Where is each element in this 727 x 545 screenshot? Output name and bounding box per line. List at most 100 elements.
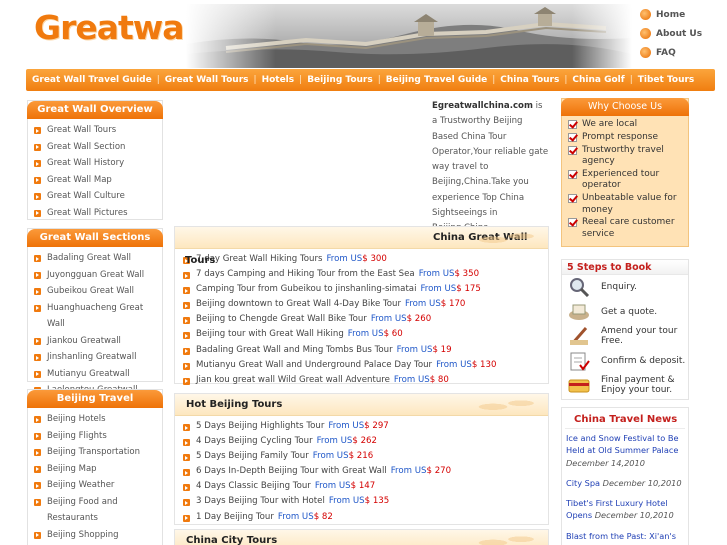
list-item[interactable]: Great Wall Section [34, 139, 162, 156]
list-item[interactable]: Beijing Shopping [34, 527, 162, 544]
arrow-icon [183, 362, 190, 370]
arrow-icon [34, 370, 41, 378]
step-item[interactable]: Final payment & Enjoy your tour. [562, 373, 688, 398]
why-title: Why Choose Us [561, 98, 689, 116]
list-item[interactable]: Great Wall History [34, 155, 162, 172]
arrow-icon [34, 432, 41, 440]
nav-great-wall-tours[interactable]: Great Wall Tours [165, 75, 249, 85]
brand-name[interactable]: Egreatwallchina.com [432, 101, 533, 111]
list-item[interactable]: Great Wall Culture [34, 188, 162, 205]
magnifier-icon [567, 277, 591, 298]
list-item[interactable]: Jian kou great wall Wild Great wall Adve… [183, 373, 548, 388]
step-item[interactable]: Confirm & deposit. [562, 349, 688, 374]
list-item[interactable]: Beijing tour with Great Wall Hiking From … [183, 327, 548, 342]
intro-text: Egreatwallchina.com is a Trustworthy Bei… [432, 99, 550, 237]
tour-list: 5 Days Beijing Highlights Tour From US $ 2… [175, 416, 548, 525]
arrow-icon [34, 209, 41, 217]
list-item[interactable]: Great Wall Map [34, 172, 162, 189]
arrow-icon [34, 498, 41, 506]
news-item[interactable]: Blast from the Past: Xi'an's [562, 522, 688, 542]
list-item[interactable]: Mutianyu Great Wall and Underground Pala… [183, 358, 548, 373]
list-item[interactable]: Beijing Hotels [34, 411, 162, 428]
nav-china-golf[interactable]: China Golf [572, 75, 624, 85]
list-item[interactable]: 4 Days Beijing Cycling Tour From US $ 262 [183, 434, 548, 449]
list-item[interactable]: Jinshanling Greatwall [34, 349, 162, 366]
china-travel-news-box: China Travel News Ice and Snow Festival … [561, 407, 689, 545]
nav-hotels[interactable]: Hotels [262, 75, 295, 85]
list-item[interactable]: Badaling Great Wall [34, 250, 162, 267]
list-item[interactable]: Camping Tour from Gubeikou to jinshanlin… [183, 282, 548, 297]
list-item[interactable]: 7 days Camping and Hiking Tour from the … [183, 267, 548, 282]
steps-title: 5 Steps to Book [562, 260, 688, 275]
step-item[interactable]: Amend your tour Free. [562, 324, 688, 349]
checkbox-icon [568, 120, 577, 129]
great-wall-overview-box: Great Wall Overview Great Wall Tours Gre… [27, 100, 163, 220]
bullet-icon [640, 28, 651, 39]
list-item[interactable]: Juyongguan Great Wall [34, 267, 162, 284]
list-item[interactable]: Beijing to Chengde Great Wall Bike Tour F… [183, 312, 548, 327]
list-item[interactable]: 7 day Great Wall Hiking Tours From US $ 30… [183, 252, 548, 267]
list-item[interactable]: 1 Day Beijing Tour From US $ 82 [183, 510, 548, 525]
bullet-icon [640, 9, 651, 20]
list-item[interactable]: Beijing Food and Restaurants [34, 494, 130, 527]
checkbox-icon [568, 145, 577, 155]
arrow-icon [183, 484, 190, 492]
nav-beijing-travel-guide[interactable]: Beijing Travel Guide [386, 75, 487, 85]
list-item[interactable]: Great Wall Pictures [34, 205, 162, 222]
news-item[interactable]: Ice and Snow Festival to Be Held at Old … [562, 429, 688, 469]
arrow-icon [34, 337, 41, 345]
faq-link[interactable]: FAQ [638, 43, 726, 62]
list-item[interactable]: Gubeikou Great Wall [34, 283, 162, 300]
list-item[interactable]: Beijing Transportation [34, 444, 162, 461]
list-item[interactable]: Beijing Map [34, 461, 162, 478]
nav-china-tours[interactable]: China Tours [500, 75, 559, 85]
decorative-swirl-icon [472, 396, 542, 414]
list-item: Experienced tour operator [568, 169, 688, 192]
arrow-icon [34, 193, 41, 200]
list-item[interactable]: Beijing downtown to Great Wall 4-Day Bik… [183, 297, 548, 312]
step-item[interactable]: Get a quote. [562, 300, 688, 325]
list-item[interactable]: Badaling Great Wall and Ming Tombs Bus T… [183, 343, 548, 358]
decorative-swirl-icon [472, 229, 542, 247]
confirm-icon [567, 351, 591, 371]
list-item[interactable]: 3 Days Beijing Tour with Hotel From US $ 1… [183, 494, 548, 509]
intro-body: is a Trustworthy Beijing Based China Tou… [432, 101, 549, 233]
list-item[interactable]: Great Wall Tours [34, 122, 162, 139]
payment-icon [567, 375, 591, 395]
arrow-icon [183, 514, 190, 522]
list-item: Trustworthy travel agency [568, 145, 688, 168]
list-item[interactable]: Jiankou Greatwall [34, 333, 162, 350]
site-logo[interactable]: Greatwall [34, 8, 205, 47]
home-link[interactable]: Home [638, 5, 726, 24]
list-item[interactable]: Beijing Weather [34, 477, 162, 494]
section-title: China City Tours [186, 535, 278, 545]
arrow-icon [34, 143, 41, 151]
sections-title: Great Wall Sections [27, 229, 163, 247]
list-item[interactable]: Beijing Flights [34, 428, 162, 445]
list-item[interactable]: Huanghuacheng Great Wall [34, 300, 162, 333]
checkbox-icon [568, 218, 577, 228]
nav-tibet-tours[interactable]: Tibet Tours [638, 75, 695, 85]
nav-beijing-tours[interactable]: Beijing Tours [307, 75, 373, 85]
list-item[interactable]: 5 Days Beijing Family Tour From US $ 216 [183, 449, 548, 464]
china-city-tours-section: China City Tours [174, 529, 549, 545]
news-item[interactable]: City Spa December 10,2010 [562, 469, 688, 489]
arrow-icon [34, 176, 41, 184]
list-item[interactable]: 4 Days Classic Beijing Tour From US $ 147 [183, 479, 548, 494]
list-item[interactable]: 6 Days In-Depth Beijing Tour with Great … [183, 464, 548, 479]
great-wall-banner-image [186, 4, 632, 68]
list-item[interactable]: 5 Days Beijing Highlights Tour From US $ 2… [183, 419, 548, 434]
arrow-icon [34, 304, 41, 312]
great-wall-sections-box: Great Wall Sections Badaling Great Wall … [27, 228, 163, 395]
list-item: Reeal care customer service [568, 217, 688, 240]
list-item[interactable]: Mutianyu Greatwall [34, 366, 162, 383]
checkbox-icon [568, 194, 577, 204]
arrow-icon [183, 499, 190, 507]
news-item[interactable]: Tibet's First Luxury Hotel Opens Decembe… [562, 489, 688, 522]
about-us-link[interactable]: About Us [638, 24, 726, 43]
step-item[interactable]: Enquiry. [562, 275, 688, 300]
arrow-icon [183, 302, 190, 310]
nav-great-wall-travel-guide[interactable]: Great Wall Travel Guide [32, 75, 152, 85]
hot-beijing-tours-section: Hot Beijing Tours 5 Days Beijing Highlig… [174, 393, 549, 525]
arrow-icon [34, 160, 41, 167]
